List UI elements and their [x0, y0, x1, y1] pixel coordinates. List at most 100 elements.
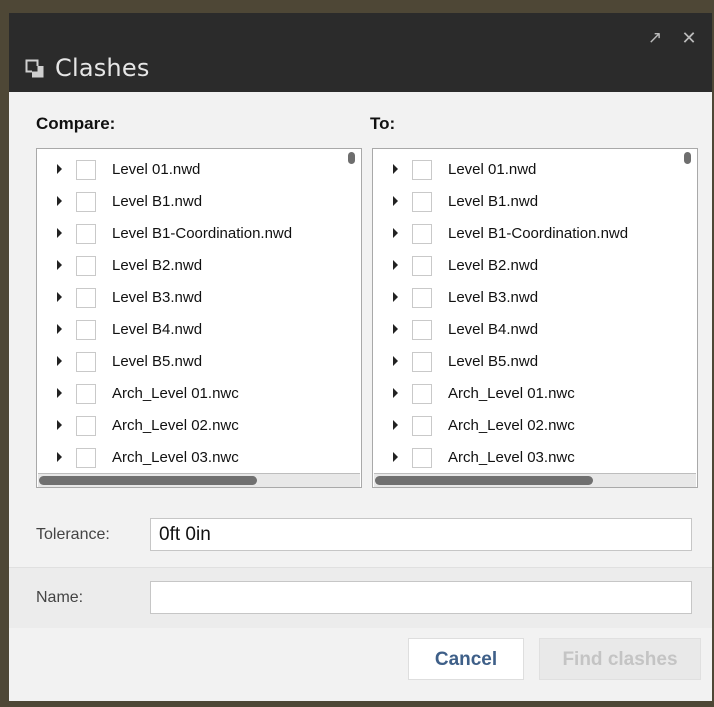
checkbox[interactable]	[412, 320, 432, 340]
checkbox[interactable]	[76, 416, 96, 436]
checkbox[interactable]	[76, 256, 96, 276]
list-item-label: Arch_Level 01.nwc	[112, 385, 239, 402]
checkbox[interactable]	[76, 448, 96, 468]
clashes-icon	[25, 59, 44, 78]
checkbox[interactable]	[76, 288, 96, 308]
list-item[interactable]: Level B1-Coordination.nwd	[373, 218, 685, 250]
expand-arrow-icon[interactable]	[393, 196, 398, 206]
expand-arrow-icon[interactable]	[393, 452, 398, 462]
list-item[interactable]: Arch_Level 02.nwc	[37, 410, 349, 442]
expand-arrow-icon[interactable]	[57, 420, 62, 430]
list-item[interactable]: Level B3.nwd	[37, 282, 349, 314]
list-item[interactable]: Level B2.nwd	[37, 250, 349, 282]
list-item[interactable]: Arch_Level 01.nwc	[373, 378, 685, 410]
checkbox[interactable]	[76, 384, 96, 404]
expand-arrow-icon[interactable]	[393, 292, 398, 302]
list-item-label: Arch_Level 02.nwc	[112, 417, 239, 434]
tolerance-input[interactable]	[150, 518, 692, 551]
list-item-label: Level B3.nwd	[112, 289, 203, 306]
list-item-label: Arch_Level 03.nwc	[448, 449, 575, 466]
list-item-label: Level B2.nwd	[112, 257, 203, 274]
horizontal-scrollbar[interactable]	[374, 473, 696, 487]
list-item-label: Level B3.nwd	[448, 289, 539, 306]
list-item[interactable]: Level B5.nwd	[373, 346, 685, 378]
list-item-label: Level B1.nwd	[448, 193, 539, 210]
expand-arrow-icon[interactable]	[57, 324, 62, 334]
list-item[interactable]: Arch_Level 02.nwc	[373, 410, 685, 442]
list-item-label: Level B5.nwd	[112, 353, 203, 370]
list-item[interactable]: Arch_Level 03.nwc	[373, 442, 685, 474]
horizontal-scrollbar-thumb[interactable]	[375, 476, 593, 485]
checkbox[interactable]	[76, 320, 96, 340]
list-item[interactable]: Arch_Level 01.nwc	[37, 378, 349, 410]
checkbox[interactable]	[412, 448, 432, 468]
list-item[interactable]: Level B1.nwd	[37, 186, 349, 218]
checkbox[interactable]	[76, 160, 96, 180]
checkbox[interactable]	[76, 352, 96, 372]
list-item[interactable]: Level B4.nwd	[37, 314, 349, 346]
checkbox[interactable]	[412, 416, 432, 436]
expand-arrow-icon[interactable]	[57, 356, 62, 366]
expand-arrow-icon[interactable]	[57, 164, 62, 174]
expand-arrow-icon[interactable]	[393, 228, 398, 238]
to-list[interactable]: Level 01.nwd Level B1.nwd Level B1-Coordin…	[372, 148, 698, 488]
checkbox[interactable]	[412, 160, 432, 180]
expand-arrow-icon[interactable]	[57, 388, 62, 398]
list-item[interactable]: Level B1-Coordination.nwd	[37, 218, 349, 250]
find-clashes-button[interactable]: Find clashes	[539, 638, 701, 680]
horizontal-scrollbar[interactable]	[38, 473, 360, 487]
list-item-label: Arch_Level 03.nwc	[112, 449, 239, 466]
list-item[interactable]: Level 01.nwd	[37, 154, 349, 186]
list-item-label: Arch_Level 02.nwc	[448, 417, 575, 434]
expand-arrow-icon[interactable]	[57, 228, 62, 238]
list-item-label: Level B4.nwd	[112, 321, 203, 338]
title-bar[interactable]: Clashes ↗ ✕	[9, 13, 712, 92]
compare-label: Compare:	[36, 114, 116, 133]
list-item[interactable]: Level B4.nwd	[373, 314, 685, 346]
list-item[interactable]: Level B3.nwd	[373, 282, 685, 314]
checkbox[interactable]	[76, 192, 96, 212]
vertical-scrollbar-thumb[interactable]	[348, 152, 355, 164]
list-item[interactable]: Level 01.nwd	[373, 154, 685, 186]
list-item[interactable]: Level B1.nwd	[373, 186, 685, 218]
expand-arrow-icon[interactable]	[393, 260, 398, 270]
list-item-label: Level B4.nwd	[448, 321, 539, 338]
list-item-label: Arch_Level 01.nwc	[448, 385, 575, 402]
name-label: Name:	[36, 589, 84, 606]
expand-arrow-icon[interactable]	[57, 452, 62, 462]
list-item[interactable]: Level B5.nwd	[37, 346, 349, 378]
list-item-label: Level B2.nwd	[448, 257, 539, 274]
checkbox[interactable]	[412, 256, 432, 276]
list-item-label: Level 01.nwd	[112, 161, 201, 178]
checkbox[interactable]	[412, 192, 432, 212]
dialog-title: Clashes	[55, 54, 150, 82]
expand-arrow-icon[interactable]	[57, 196, 62, 206]
name-input[interactable]	[150, 581, 692, 614]
cancel-button[interactable]: Cancel	[408, 638, 524, 680]
list-item[interactable]: Arch_Level 03.nwc	[37, 442, 349, 474]
expand-arrow-icon[interactable]	[57, 292, 62, 302]
checkbox[interactable]	[76, 224, 96, 244]
close-icon[interactable]: ✕	[679, 28, 699, 48]
expand-arrow-icon[interactable]	[393, 356, 398, 366]
checkbox[interactable]	[412, 224, 432, 244]
dock-icon[interactable]: ↗	[645, 28, 665, 48]
checkbox[interactable]	[412, 288, 432, 308]
vertical-scrollbar-thumb[interactable]	[684, 152, 691, 164]
list-item[interactable]: Level B2.nwd	[373, 250, 685, 282]
list-item-label: Level B5.nwd	[448, 353, 539, 370]
expand-arrow-icon[interactable]	[393, 388, 398, 398]
tolerance-label: Tolerance:	[36, 526, 110, 543]
horizontal-scrollbar-thumb[interactable]	[39, 476, 257, 485]
checkbox[interactable]	[412, 352, 432, 372]
list-item-label: Level B1-Coordination.nwd	[448, 225, 629, 242]
expand-arrow-icon[interactable]	[57, 260, 62, 270]
checkbox[interactable]	[412, 384, 432, 404]
list-item-label: Level B1.nwd	[112, 193, 203, 210]
compare-list[interactable]: Level 01.nwd Level B1.nwd Level B1-Coordin…	[36, 148, 362, 488]
clashes-dialog: Clashes ↗ ✕ Compare: To: Level 01.nwd Lev…	[9, 13, 712, 701]
expand-arrow-icon[interactable]	[393, 324, 398, 334]
expand-arrow-icon[interactable]	[393, 164, 398, 174]
expand-arrow-icon[interactable]	[393, 420, 398, 430]
list-item-label: Level 01.nwd	[448, 161, 537, 178]
